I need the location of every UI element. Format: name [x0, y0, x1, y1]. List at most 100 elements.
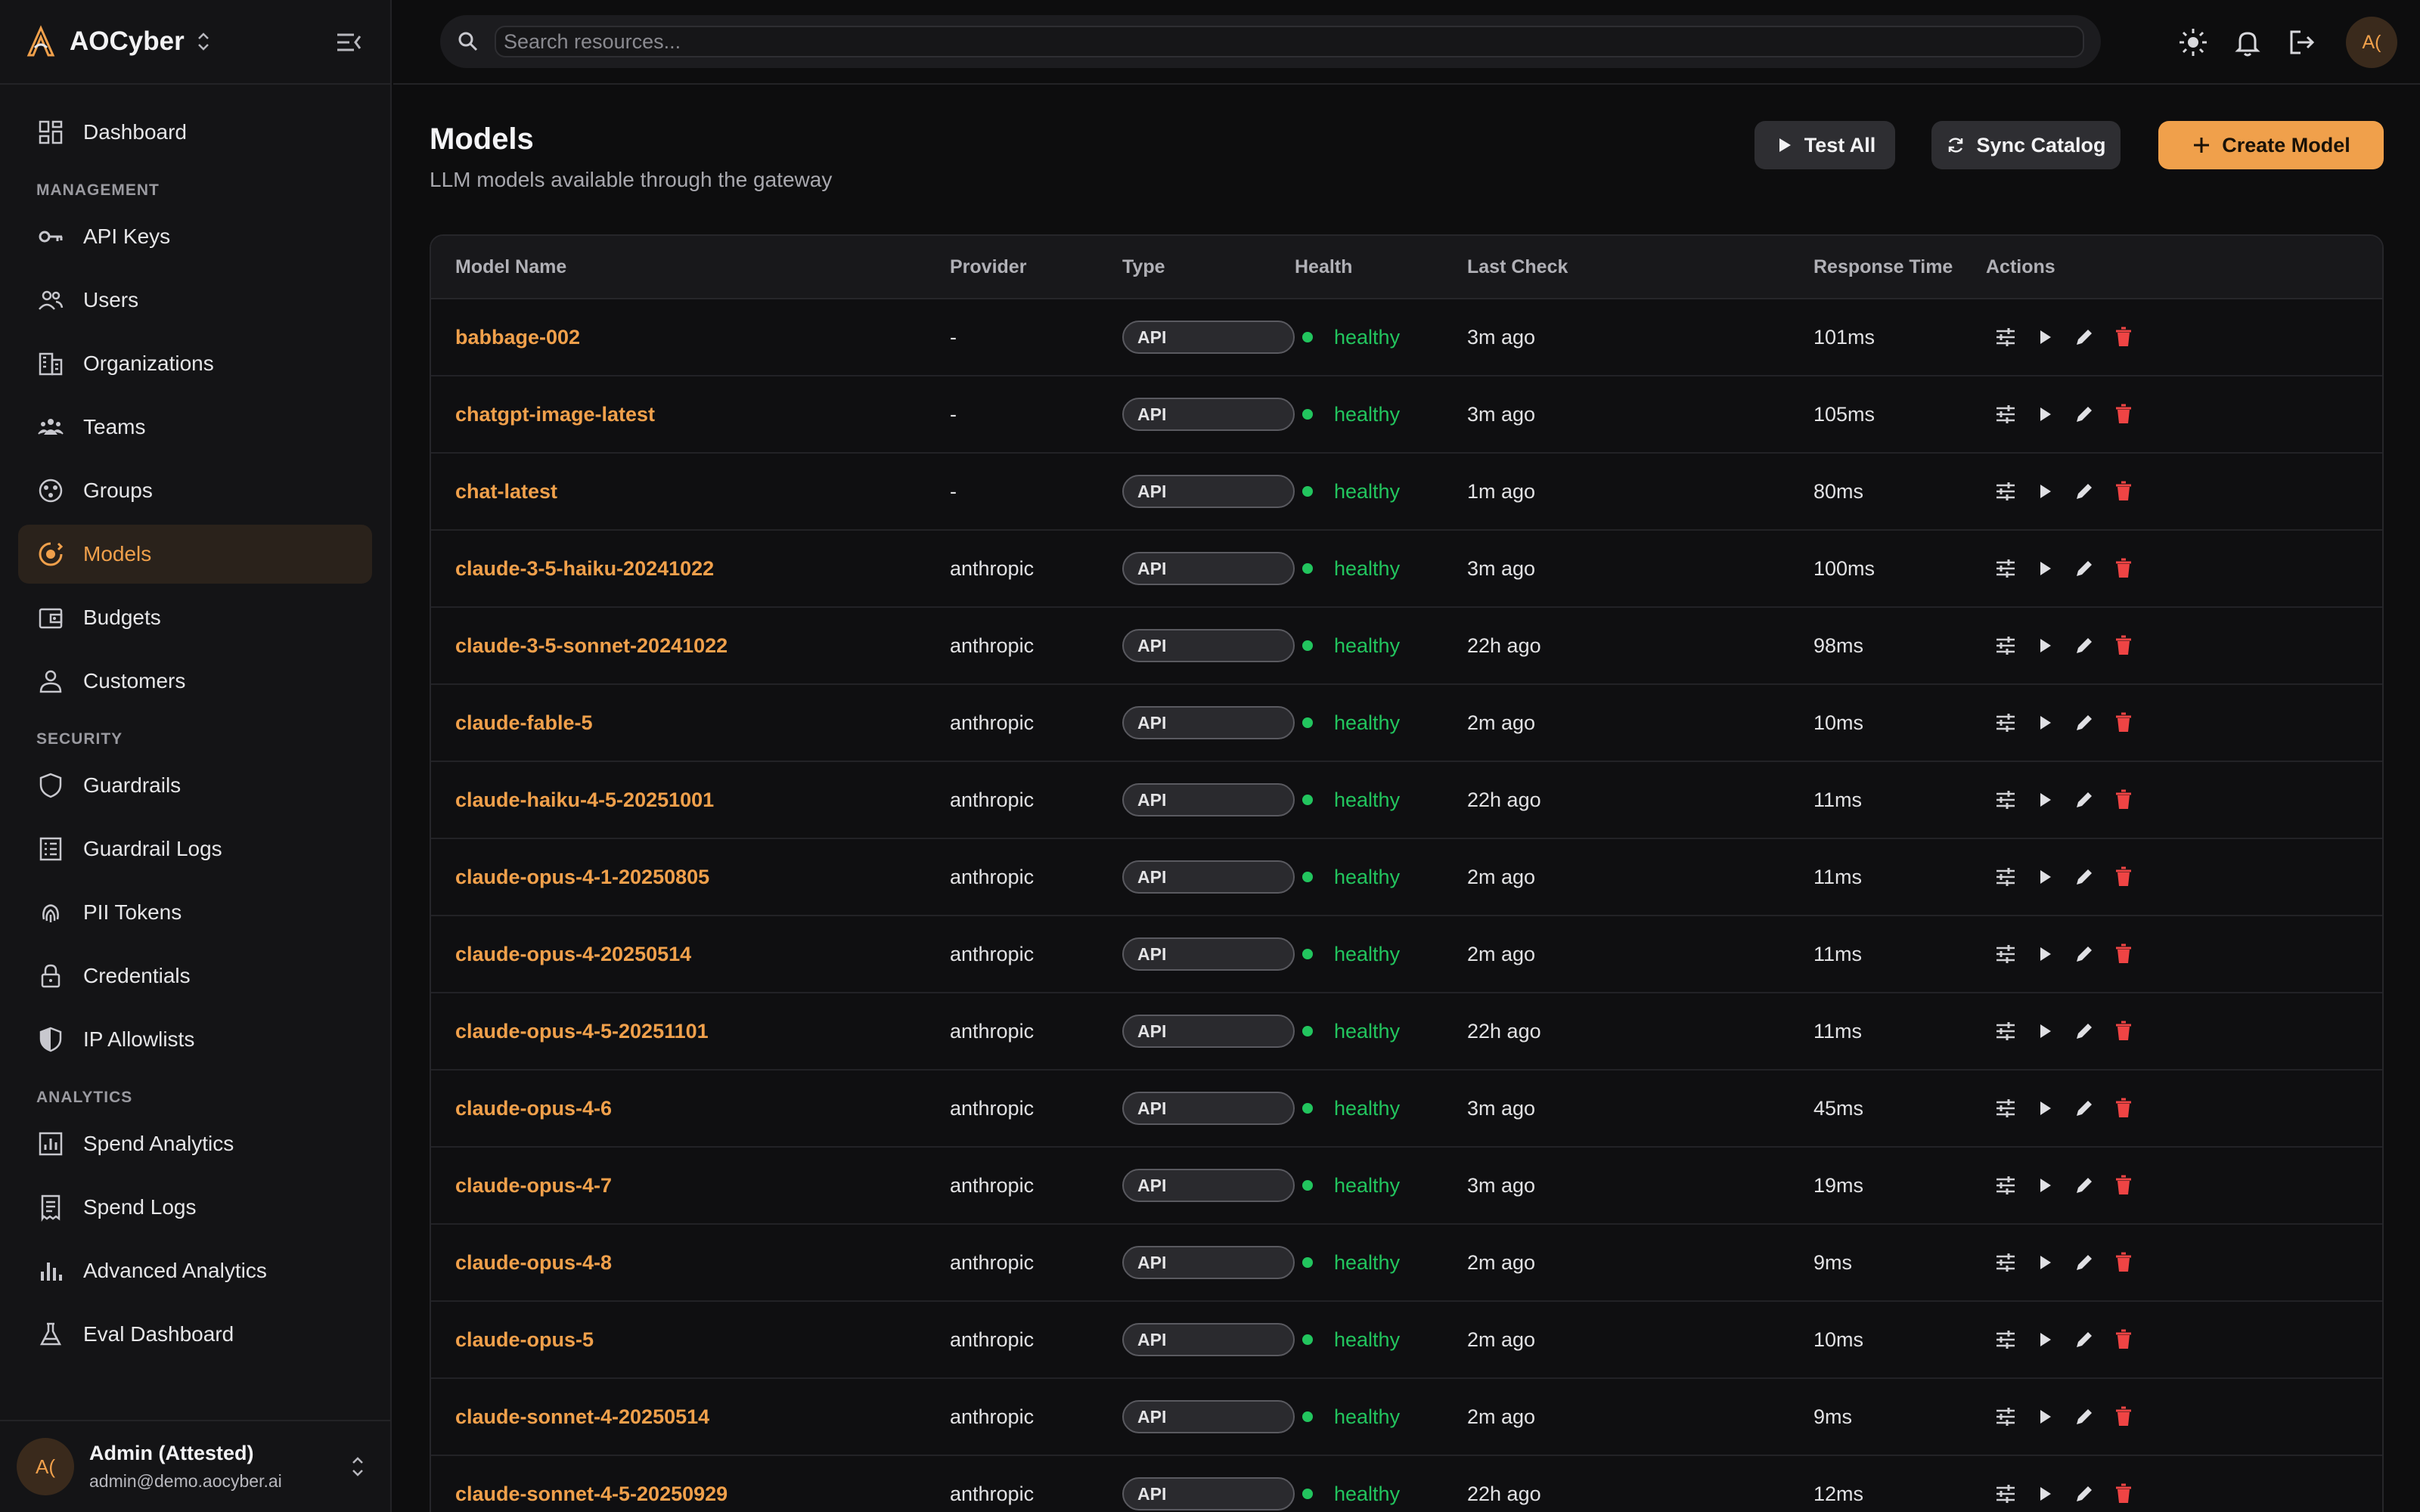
edit-icon[interactable]: [2072, 1328, 2096, 1352]
column-header-last-check[interactable]: Last Check: [1467, 256, 1813, 278]
model-name-link[interactable]: claude-opus-4-6: [431, 1097, 950, 1120]
trash-icon[interactable]: [2111, 1173, 2136, 1198]
model-name-link[interactable]: claude-opus-4-5-20251101: [431, 1020, 950, 1043]
edit-icon[interactable]: [2072, 479, 2096, 503]
settings-sliders-icon[interactable]: [1993, 1173, 2018, 1198]
trash-icon[interactable]: [2111, 634, 2136, 658]
play-icon[interactable]: [2033, 479, 2057, 503]
model-name-link[interactable]: claude-opus-5: [431, 1328, 950, 1352]
model-name-link[interactable]: claude-fable-5: [431, 711, 950, 735]
play-icon[interactable]: [2033, 1482, 2057, 1506]
play-icon[interactable]: [2033, 1405, 2057, 1429]
trash-icon[interactable]: [2111, 325, 2136, 349]
play-icon[interactable]: [2033, 1019, 2057, 1043]
play-icon[interactable]: [2033, 942, 2057, 966]
edit-icon[interactable]: [2072, 788, 2096, 812]
model-name-link[interactable]: chatgpt-image-latest: [431, 403, 950, 426]
sidebar-item-api-keys[interactable]: API Keys: [18, 207, 372, 266]
model-name-link[interactable]: babbage-002: [431, 326, 950, 349]
collapse-sidebar-icon[interactable]: [334, 29, 363, 56]
column-header-type[interactable]: Type: [1122, 256, 1295, 278]
sidebar-item-advanced-analytics[interactable]: Advanced Analytics: [18, 1241, 372, 1300]
model-name-link[interactable]: chat-latest: [431, 480, 950, 503]
edit-icon[interactable]: [2072, 942, 2096, 966]
settings-sliders-icon[interactable]: [1993, 479, 2018, 503]
column-header-model-name[interactable]: Model Name: [431, 256, 950, 278]
test-all-button[interactable]: Test All: [1754, 121, 1895, 169]
trash-icon[interactable]: [2111, 942, 2136, 966]
play-icon[interactable]: [2033, 556, 2057, 581]
settings-sliders-icon[interactable]: [1993, 1250, 2018, 1275]
edit-icon[interactable]: [2072, 1405, 2096, 1429]
bell-icon[interactable]: [2231, 26, 2264, 59]
column-header-health[interactable]: Health: [1295, 256, 1467, 278]
settings-sliders-icon[interactable]: [1993, 865, 2018, 889]
sidebar-item-spend-analytics[interactable]: Spend Analytics: [18, 1114, 372, 1173]
edit-icon[interactable]: [2072, 1482, 2096, 1506]
model-name-link[interactable]: claude-sonnet-4-5-20250929: [431, 1483, 950, 1506]
sidebar-item-eval-dashboard[interactable]: Eval Dashboard: [18, 1305, 372, 1364]
settings-sliders-icon[interactable]: [1993, 325, 2018, 349]
settings-sliders-icon[interactable]: [1993, 1405, 2018, 1429]
edit-icon[interactable]: [2072, 325, 2096, 349]
user-card[interactable]: A( Admin (Attested) admin@demo.aocyber.a…: [0, 1420, 390, 1512]
play-icon[interactable]: [2033, 325, 2057, 349]
trash-icon[interactable]: [2111, 556, 2136, 581]
sidebar-item-spend-logs[interactable]: Spend Logs: [18, 1178, 372, 1237]
trash-icon[interactable]: [2111, 788, 2136, 812]
create-model-button[interactable]: Create Model: [2158, 121, 2384, 169]
search-input[interactable]: [495, 26, 2084, 57]
edit-icon[interactable]: [2072, 1019, 2096, 1043]
trash-icon[interactable]: [2111, 1096, 2136, 1120]
trash-icon[interactable]: [2111, 1250, 2136, 1275]
sidebar-item-budgets[interactable]: Budgets: [18, 588, 372, 647]
trash-icon[interactable]: [2111, 402, 2136, 426]
trash-icon[interactable]: [2111, 865, 2136, 889]
sidebar-item-groups[interactable]: Groups: [18, 461, 372, 520]
settings-sliders-icon[interactable]: [1993, 402, 2018, 426]
trash-icon[interactable]: [2111, 1328, 2136, 1352]
play-icon[interactable]: [2033, 788, 2057, 812]
edit-icon[interactable]: [2072, 634, 2096, 658]
play-icon[interactable]: [2033, 865, 2057, 889]
model-name-link[interactable]: claude-opus-4-1-20250805: [431, 866, 950, 889]
logout-icon[interactable]: [2285, 26, 2319, 59]
settings-sliders-icon[interactable]: [1993, 634, 2018, 658]
avatar[interactable]: A(: [2346, 17, 2397, 68]
play-icon[interactable]: [2033, 1328, 2057, 1352]
sync-catalog-button[interactable]: Sync Catalog: [1931, 121, 2121, 169]
play-icon[interactable]: [2033, 634, 2057, 658]
sidebar-item-dashboard[interactable]: Dashboard: [18, 103, 372, 162]
column-header-response-time[interactable]: Response Time: [1813, 256, 1986, 278]
sidebar-item-customers[interactable]: Customers: [18, 652, 372, 711]
edit-icon[interactable]: [2072, 865, 2096, 889]
trash-icon[interactable]: [2111, 1019, 2136, 1043]
play-icon[interactable]: [2033, 1173, 2057, 1198]
play-icon[interactable]: [2033, 1250, 2057, 1275]
settings-sliders-icon[interactable]: [1993, 1096, 2018, 1120]
model-name-link[interactable]: claude-3-5-sonnet-20241022: [431, 634, 950, 658]
edit-icon[interactable]: [2072, 402, 2096, 426]
model-name-link[interactable]: claude-opus-4-8: [431, 1251, 950, 1275]
settings-sliders-icon[interactable]: [1993, 711, 2018, 735]
settings-sliders-icon[interactable]: [1993, 1328, 2018, 1352]
settings-sliders-icon[interactable]: [1993, 942, 2018, 966]
edit-icon[interactable]: [2072, 711, 2096, 735]
trash-icon[interactable]: [2111, 711, 2136, 735]
trash-icon[interactable]: [2111, 479, 2136, 503]
sidebar-item-guardrail-logs[interactable]: Guardrail Logs: [18, 820, 372, 878]
settings-sliders-icon[interactable]: [1993, 788, 2018, 812]
edit-icon[interactable]: [2072, 1096, 2096, 1120]
edit-icon[interactable]: [2072, 1250, 2096, 1275]
sidebar-item-users[interactable]: Users: [18, 271, 372, 330]
chevron-up-down-icon[interactable]: [195, 30, 212, 53]
edit-icon[interactable]: [2072, 1173, 2096, 1198]
sidebar-item-organizations[interactable]: Organizations: [18, 334, 372, 393]
edit-icon[interactable]: [2072, 556, 2096, 581]
model-name-link[interactable]: claude-opus-4-7: [431, 1174, 950, 1198]
chevron-up-down-icon[interactable]: [349, 1453, 366, 1480]
play-icon[interactable]: [2033, 402, 2057, 426]
theme-toggle-icon[interactable]: [2176, 26, 2210, 59]
sidebar-item-teams[interactable]: Teams: [18, 398, 372, 457]
trash-icon[interactable]: [2111, 1405, 2136, 1429]
